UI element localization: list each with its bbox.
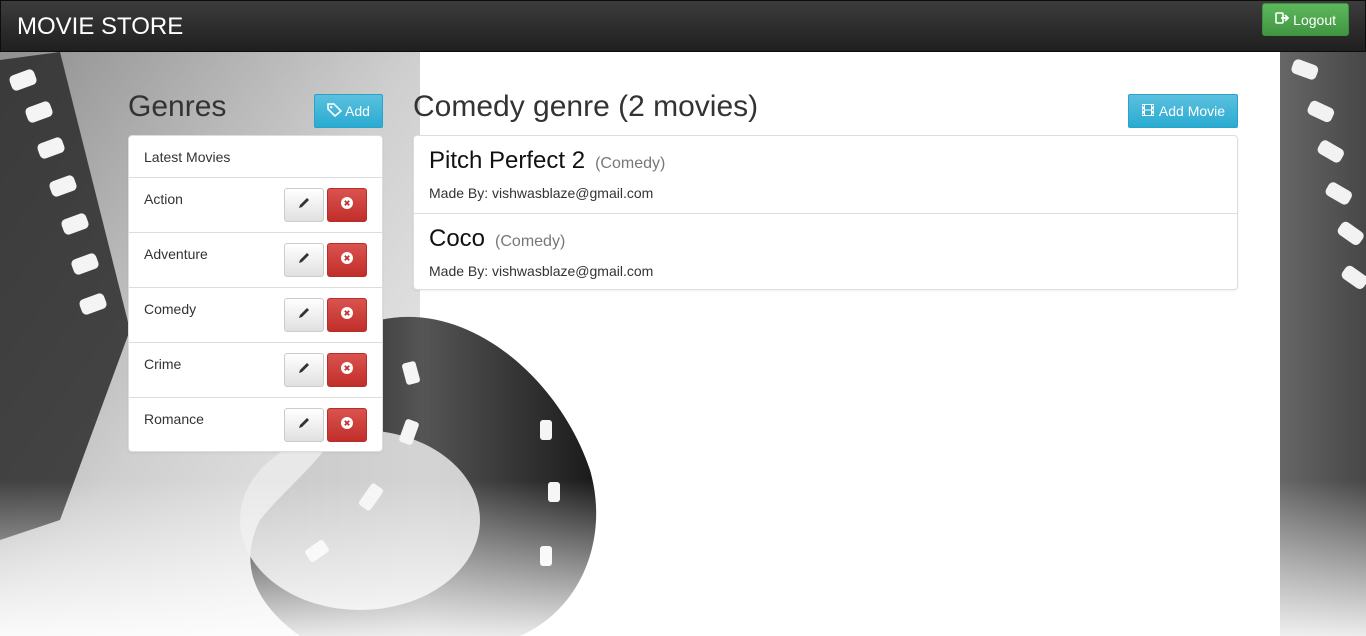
latest-movies-label: Latest Movies <box>144 149 231 165</box>
brand-title[interactable]: MOVIE STORE <box>17 13 183 41</box>
movie-author: Made By: vishwasblaze@gmail.com <box>429 263 653 279</box>
pencil-icon <box>297 196 311 215</box>
genre-item-adventure[interactable]: Adventure <box>129 232 382 287</box>
logout-button[interactable]: Logout <box>1262 3 1349 36</box>
made-by-email: vishwasblaze@gmail.com <box>492 263 654 279</box>
movie-list: Pitch Perfect 2 (Comedy) Made By: vishwas… <box>413 135 1238 290</box>
movie-name-text: Pitch Perfect 2 <box>429 147 586 174</box>
add-movie-button[interactable]: Add Movie <box>1128 94 1238 128</box>
movie-genre-tag: (Comedy) <box>495 233 566 250</box>
delete-genre-button[interactable] <box>327 353 367 387</box>
genre-label: Comedy <box>144 301 197 317</box>
add-movie-label: Add Movie <box>1158 103 1226 119</box>
genre-label: Romance <box>144 411 204 427</box>
genre-item-romance[interactable]: Romance <box>129 397 382 452</box>
movie-title[interactable]: Coco (Comedy) <box>429 225 565 253</box>
genre-label: Action <box>144 191 183 207</box>
movie-name-text: Coco <box>429 225 486 252</box>
logout-label: Logout <box>1293 11 1336 28</box>
edit-genre-button[interactable] <box>284 243 324 277</box>
made-by-email: vishwasblaze@gmail.com <box>492 185 654 201</box>
movie-author: Made By: vishwasblaze@gmail.com <box>429 185 653 201</box>
remove-circle-icon <box>340 361 354 380</box>
delete-genre-button[interactable] <box>327 243 367 277</box>
top-navbar: MOVIE STORE Logout <box>0 0 1366 52</box>
movie-title[interactable]: Pitch Perfect 2 (Comedy) <box>429 147 665 175</box>
made-by-prefix: Made By: <box>429 185 489 201</box>
movie-item[interactable]: Coco (Comedy) Made By: vishwasblaze@gmail… <box>414 213 1237 290</box>
genre-list: Latest Movies Action Adventure Comedy Cr… <box>128 135 383 452</box>
delete-genre-button[interactable] <box>327 298 367 332</box>
edit-genre-button[interactable] <box>284 188 324 222</box>
genre-item-comedy[interactable]: Comedy <box>129 287 382 342</box>
pencil-icon <box>297 361 311 380</box>
latest-movies-item[interactable]: Latest Movies <box>129 136 382 177</box>
genre-item-action[interactable]: Action <box>129 177 382 232</box>
remove-circle-icon <box>340 196 354 215</box>
genre-label: Adventure <box>144 246 208 262</box>
genre-item-crime[interactable]: Crime <box>129 342 382 397</box>
made-by-prefix: Made By: <box>429 263 489 279</box>
movie-genre-tag: (Comedy) <box>595 155 666 172</box>
film-icon <box>1141 103 1155 120</box>
pencil-icon <box>297 251 311 270</box>
remove-circle-icon <box>340 251 354 270</box>
edit-genre-button[interactable] <box>284 408 324 442</box>
genre-label: Crime <box>144 356 182 372</box>
delete-genre-button[interactable] <box>327 188 367 222</box>
delete-genre-button[interactable] <box>327 408 367 442</box>
page-title: Comedy genre (2 movies) <box>413 90 759 123</box>
remove-circle-icon <box>340 416 354 435</box>
add-genre-button[interactable]: Add <box>314 94 383 128</box>
pencil-icon <box>297 416 311 435</box>
genres-heading: Genres <box>128 90 227 123</box>
pencil-icon <box>297 306 311 325</box>
logout-icon <box>1275 11 1290 28</box>
add-genre-label: Add <box>345 103 370 119</box>
movie-item[interactable]: Pitch Perfect 2 (Comedy) Made By: vishwas… <box>414 136 1237 213</box>
tag-icon <box>327 102 343 120</box>
edit-genre-button[interactable] <box>284 353 324 387</box>
edit-genre-button[interactable] <box>284 298 324 332</box>
remove-circle-icon <box>340 306 354 325</box>
